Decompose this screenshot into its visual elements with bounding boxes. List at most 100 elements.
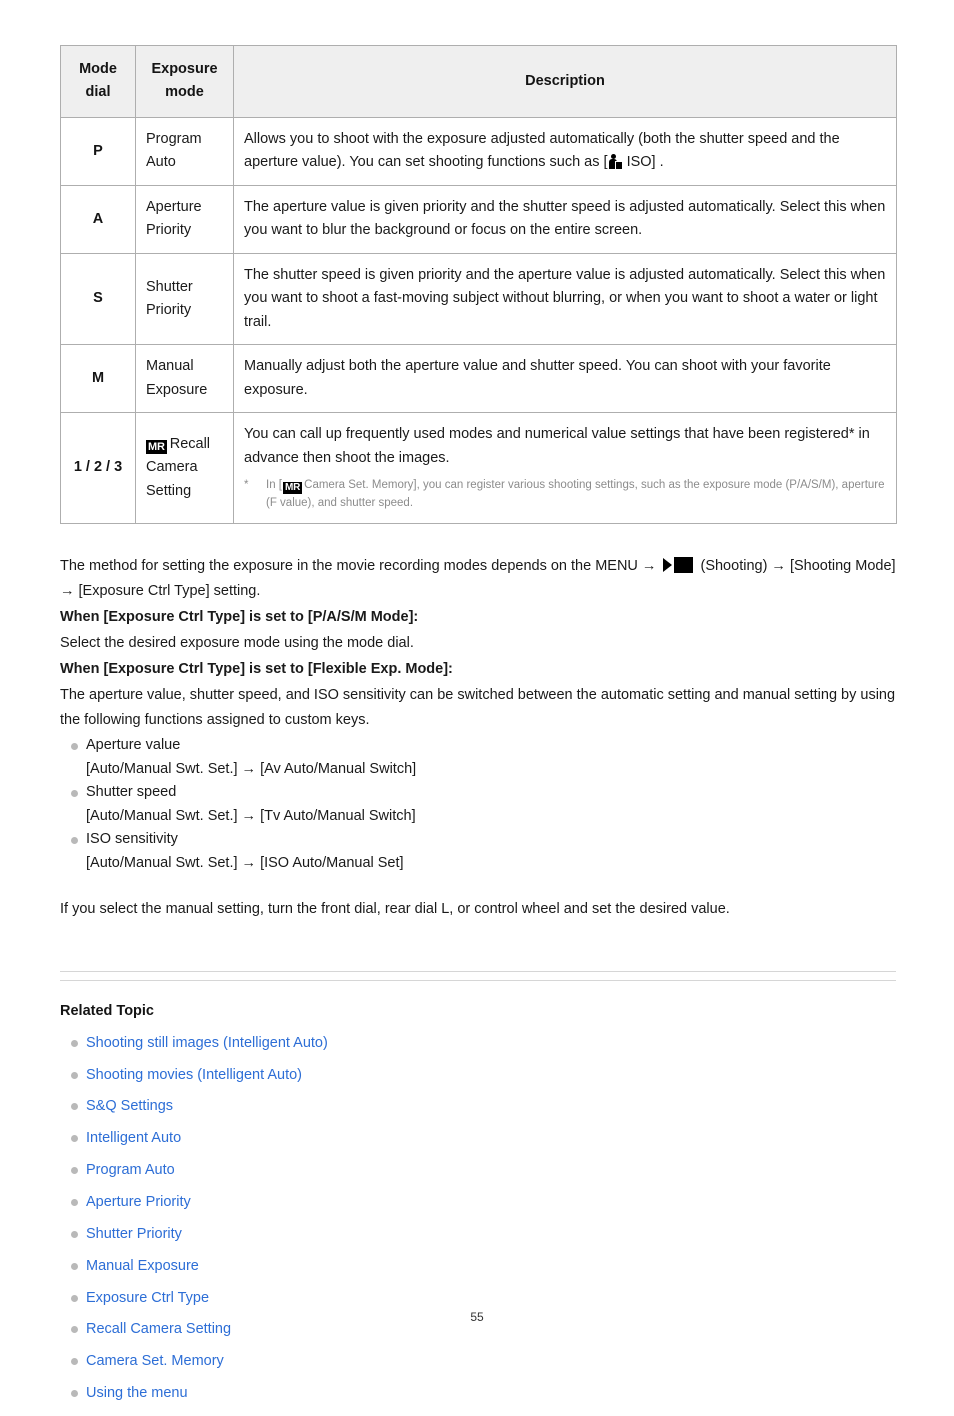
mode-dial-value: P: [60, 116, 136, 186]
document-page: Mode dial Exposure mode Description P Pr…: [0, 0, 954, 1401]
exposure-mode-line2: Camera: [146, 459, 198, 476]
related-link-program-auto[interactable]: Program Auto: [86, 1162, 175, 1178]
list-item: Program Auto: [60, 1161, 896, 1180]
exposure-mode-line2: Priority: [146, 222, 192, 239]
table-row: S Shutter Priority The shutter speed is …: [60, 252, 897, 346]
related-link-shutter-priority[interactable]: Shutter Priority: [86, 1226, 182, 1242]
section-divider: [60, 970, 896, 981]
table-header-row: Mode dial Exposure mode Description: [60, 45, 897, 118]
related-link-shooting-still-images[interactable]: Shooting still images (Intelligent Auto): [86, 1035, 328, 1051]
still-image-icon: [608, 154, 622, 170]
description-footnote: * In [MR Camera Set. Memory], you can reg…: [244, 476, 886, 512]
table-body: P Program Auto Allows you to shoot with …: [60, 116, 897, 524]
list-item: Shooting still images (Intelligent Auto): [60, 1034, 896, 1053]
mode-description: Manually adjust both the aperture value …: [233, 344, 897, 414]
exposure-mode-header-line1: Exposure: [151, 61, 218, 77]
list-item: Shutter speed [Auto/Manual Swt. Set.] → …: [60, 781, 896, 827]
related-link-using-the-menu[interactable]: Using the menu: [86, 1385, 188, 1401]
movie-camera-icon: [663, 556, 694, 573]
custom-key-function-list: Aperture value [Auto/Manual Swt. Set.] →…: [60, 734, 896, 874]
mode-dial-value: 1 / 2 / 3: [60, 412, 136, 524]
page-content: Mode dial Exposure mode Description P Pr…: [60, 45, 897, 1416]
mode-description: You can call up frequently used modes an…: [233, 412, 897, 524]
description-text: You can call up frequently used modes an…: [244, 426, 870, 466]
mode-dial-header-line2: dial: [85, 84, 111, 101]
closing-paragraph: If you select the manual setting, turn t…: [60, 901, 730, 917]
footnote-marker: *: [244, 479, 249, 492]
list-item: Intelligent Auto: [60, 1129, 896, 1148]
footnote-body: In [MR Camera Set. Memory], you can regis…: [266, 476, 886, 512]
related-link-manual-exposure[interactable]: Manual Exposure: [86, 1258, 199, 1274]
heading-pasm-mode: When [Exposure Ctrl Type] is set to [P/A…: [60, 609, 419, 626]
mode-dial-value: M: [60, 344, 136, 414]
exposure-mode-line1: Program: [146, 130, 202, 147]
memory-recall-icon: MR: [146, 439, 167, 454]
related-link-camera-set-memory[interactable]: Camera Set. Memory: [86, 1353, 224, 1369]
related-link-aperture-priority[interactable]: Aperture Priority: [86, 1194, 191, 1210]
description-text: The aperture value is given priority and…: [244, 198, 886, 239]
exposure-mode-line2: Exposure: [146, 381, 208, 398]
mode-dial-value: S: [60, 252, 136, 346]
mode-dial-header-line1: Mode: [79, 61, 117, 77]
list-item: ISO sensitivity [Auto/Manual Swt. Set.] …: [60, 828, 896, 874]
table-header: Mode dial Exposure mode Description: [60, 45, 897, 118]
exposure-modes-table: Mode dial Exposure mode Description P Pr…: [60, 45, 897, 524]
heading-flexible-exp-mode: When [Exposure Ctrl Type] is set to [Fle…: [60, 660, 453, 677]
related-link-intelligent-auto[interactable]: Intelligent Auto: [86, 1130, 181, 1146]
page-number: 55: [470, 1310, 484, 1324]
description-part1: Allows you to shoot with the exposure ad…: [244, 130, 840, 171]
table-row: M Manual Exposure Manually adjust both t…: [60, 344, 897, 414]
table-row: P Program Auto Allows you to shoot with …: [60, 116, 897, 186]
function-path: [Auto/Manual Swt. Set.] → [Av Auto/Manua…: [86, 760, 417, 777]
function-label: Aperture value: [86, 737, 181, 754]
list-item: Aperture value [Auto/Manual Swt. Set.] →…: [60, 734, 896, 780]
related-link-shooting-movies[interactable]: Shooting movies (Intelligent Auto): [86, 1067, 302, 1083]
related-link-sq-settings[interactable]: S&Q Settings: [86, 1098, 173, 1114]
exposure-mode-line1: Manual: [146, 358, 194, 375]
related-link-exposure-ctrl-type[interactable]: Exposure Ctrl Type: [86, 1290, 209, 1306]
exposure-mode-line3: Setting: [146, 482, 192, 499]
text-pasm-mode: Select the desired exposure mode using t…: [60, 635, 414, 651]
function-path: [Auto/Manual Swt. Set.] → [Tv Auto/Manua…: [86, 807, 416, 824]
description-text: The shutter speed is given priority and …: [244, 266, 886, 330]
list-item: Camera Set. Memory: [60, 1352, 896, 1371]
text-flexible-exp-mode: The aperture value, shutter speed, and I…: [60, 686, 896, 729]
related-topic-heading: Related Topic: [60, 1002, 154, 1019]
related-topic-list: Shooting still images (Intelligent Auto)…: [60, 1034, 896, 1403]
column-header-exposure-mode: Exposure mode: [135, 45, 234, 118]
description-text: Manually adjust both the aperture value …: [244, 358, 831, 398]
description-part2: ISO] .: [622, 154, 664, 171]
exposure-mode-line1: Recall: [169, 435, 211, 452]
exposure-mode-line2: Auto: [146, 154, 176, 171]
table-row: A Aperture Priority The aperture value i…: [60, 184, 897, 254]
intro-part1: The method for setting the exposure in t…: [60, 557, 661, 574]
list-item: Aperture Priority: [60, 1193, 896, 1212]
exposure-mode-name: Shutter Priority: [135, 252, 234, 346]
exposure-mode-line1: Aperture: [146, 198, 202, 215]
description-text: Allows you to shoot with the exposure ad…: [244, 128, 886, 175]
column-header-mode-dial: Mode dial: [60, 45, 136, 118]
list-item: Using the menu: [60, 1384, 896, 1403]
function-label: Shutter speed: [86, 784, 177, 801]
memory-recall-icon: MR: [282, 482, 303, 495]
list-item: Shooting movies (Intelligent Auto): [60, 1066, 896, 1085]
intro-paragraph: The method for setting the exposure in t…: [60, 554, 896, 606]
exposure-mode-name: Aperture Priority: [135, 184, 234, 254]
function-label: ISO sensitivity: [86, 831, 178, 848]
list-item: S&Q Settings: [60, 1097, 896, 1116]
function-path: [Auto/Manual Swt. Set.] → [ISO Auto/Manu…: [86, 854, 404, 871]
exposure-mode-name: Manual Exposure: [135, 344, 234, 414]
column-header-description: Description: [233, 45, 897, 118]
list-item: Manual Exposure: [60, 1257, 896, 1276]
exposure-mode-name: Program Auto: [135, 116, 234, 186]
list-item: Exposure Ctrl Type: [60, 1289, 896, 1308]
exposure-mode-header-line2: mode: [165, 84, 204, 101]
body-text-block: The method for setting the exposure in t…: [60, 554, 896, 735]
footnote-part2: Camera Set. Memory], you can register va…: [266, 479, 885, 510]
exposure-mode-name: MR Recall Camera Setting: [135, 412, 234, 524]
mode-description: The shutter speed is given priority and …: [233, 252, 897, 346]
list-item: Shutter Priority: [60, 1225, 896, 1244]
table-row: 1 / 2 / 3 MR Recall Camera Setting You ca…: [60, 412, 897, 524]
footnote-part1: In [: [266, 479, 282, 492]
mode-description: The aperture value is given priority and…: [233, 184, 897, 254]
